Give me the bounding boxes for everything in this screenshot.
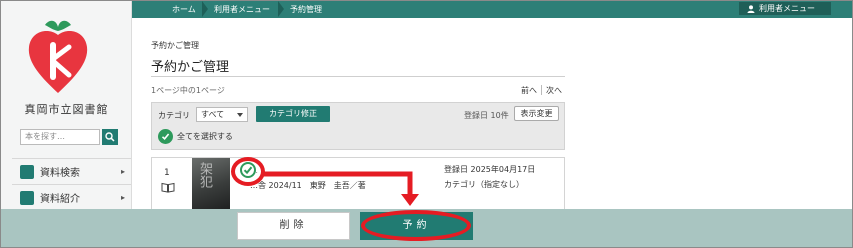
category-value: すべて [201, 110, 225, 119]
registration-count: 登録日 10件 [464, 111, 509, 120]
sidebar-item-label: 資料紹介 [40, 194, 80, 205]
user-menu-label: 利用者メニュー [759, 4, 815, 13]
item-category: カテゴリ（指定なし） [444, 180, 524, 189]
check-circle-icon [158, 129, 173, 144]
chevron-right-icon: ▸ [120, 193, 125, 202]
breadcrumb-current: 予約管理 [290, 5, 322, 14]
item-number: 1 [164, 168, 170, 178]
pager-divider [541, 85, 542, 95]
item-registration-date: 登録日 2025年04月17日 [444, 165, 536, 174]
book-intro-icon [20, 190, 34, 205]
page-info: 1ページ中の1ページ [151, 86, 225, 95]
search-button[interactable] [102, 129, 118, 145]
library-name: 真岡市立図書館 [24, 103, 109, 116]
book-cover[interactable]: 架犯 [192, 158, 230, 210]
page-title: 予約かご管理 [151, 60, 230, 75]
annotation-circle-checkbox [231, 157, 265, 186]
breadcrumb-home[interactable]: ホーム [172, 1, 196, 18]
breadcrumb-separator [278, 1, 284, 17]
user-icon [747, 4, 755, 13]
book-icon [161, 182, 175, 193]
prev-page-link[interactable]: 前へ [521, 85, 537, 96]
select-all-label: 全てを選択する [177, 132, 233, 141]
chevron-right-icon: ▸ [120, 167, 125, 176]
search-input[interactable]: 本を探す… [20, 129, 100, 145]
cover-title: 架犯 [197, 162, 212, 188]
user-menu-button[interactable]: 利用者メニュー [739, 2, 831, 15]
sidebar-item-intro[interactable]: 資料紹介 ▸ [12, 184, 131, 210]
reservation-item: 1 架犯 … …舎 2024/11 東野 圭吾／著 登録日 2025年04月17… [151, 157, 565, 210]
delete-button[interactable]: 削除 [237, 212, 350, 240]
section-subtitle: 予約かご管理 [151, 41, 199, 50]
category-select[interactable]: すべて [196, 107, 248, 122]
sidebar-item-label: 資料検索 [40, 168, 80, 179]
category-edit-button[interactable]: カテゴリ修正 [256, 106, 330, 122]
search-doc-icon [20, 164, 34, 179]
annotation-circle-reserve [361, 210, 471, 241]
breadcrumb-user-menu[interactable]: 利用者メニュー [214, 1, 270, 18]
display-change-button[interactable]: 表示変更 [514, 106, 559, 121]
category-label: カテゴリ [158, 111, 190, 120]
next-page-link[interactable]: 次へ [546, 85, 562, 96]
item-meta: …舎 2024/11 東野 圭吾／著 [250, 181, 366, 190]
title-divider [151, 76, 565, 77]
filter-panel: カテゴリ すべて カテゴリ修正 登録日 10件 表示変更 全てを選択する [151, 102, 565, 150]
select-all-toggle[interactable]: 全てを選択する [158, 129, 233, 144]
pager: 前へ 次へ [521, 85, 562, 96]
sidebar-item-search[interactable]: 資料検索 ▸ [12, 158, 131, 184]
chevron-down-icon [237, 113, 243, 117]
library-logo [28, 20, 88, 93]
breadcrumb-separator [202, 1, 208, 17]
search-icon [105, 132, 115, 142]
